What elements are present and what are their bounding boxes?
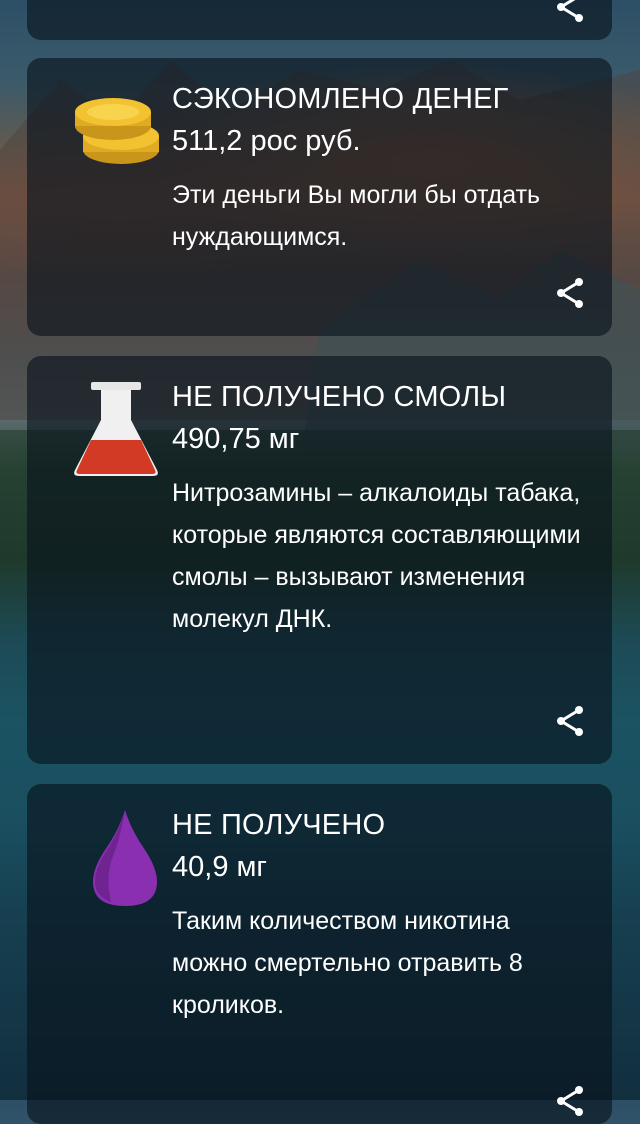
share-icon[interactable] [553, 0, 587, 24]
card-title: СЭКОНОМЛЕНО ДЕНЕГ [172, 83, 509, 115]
card-description: Эти деньги Вы могли бы отдать нуждающимс… [172, 181, 541, 251]
share-icon[interactable] [553, 704, 587, 738]
card-partial-top [27, 0, 612, 40]
card-title: НЕ ПОЛУЧЕНО [172, 809, 386, 841]
drop-icon [61, 806, 171, 916]
card-title: НЕ ПОЛУЧЕНО СМОЛЫ [172, 381, 507, 413]
card-tar-avoided: НЕ ПОЛУЧЕНО СМОЛЫ 490,75 мг Нитрозамины … [27, 356, 612, 764]
card-description: Нитрозамины – алкалоиды табака, которые … [172, 479, 581, 633]
card-value: 511,2 рос руб. [172, 125, 361, 157]
card-nicotine-avoided: НЕ ПОЛУЧЕНО 40,9 мг Таким количеством ни… [27, 784, 612, 1124]
flask-icon [61, 378, 171, 488]
share-icon[interactable] [553, 276, 587, 310]
card-description: Таким количеством никотина можно смертел… [172, 907, 523, 1019]
card-money-saved: СЭКОНОМЛЕНО ДЕНЕГ 511,2 рос руб. Эти ден… [27, 58, 612, 336]
coins-icon [61, 80, 171, 190]
card-value: 490,75 мг [172, 423, 300, 455]
card-value: 40,9 мг [172, 851, 268, 883]
share-icon[interactable] [553, 1084, 587, 1118]
